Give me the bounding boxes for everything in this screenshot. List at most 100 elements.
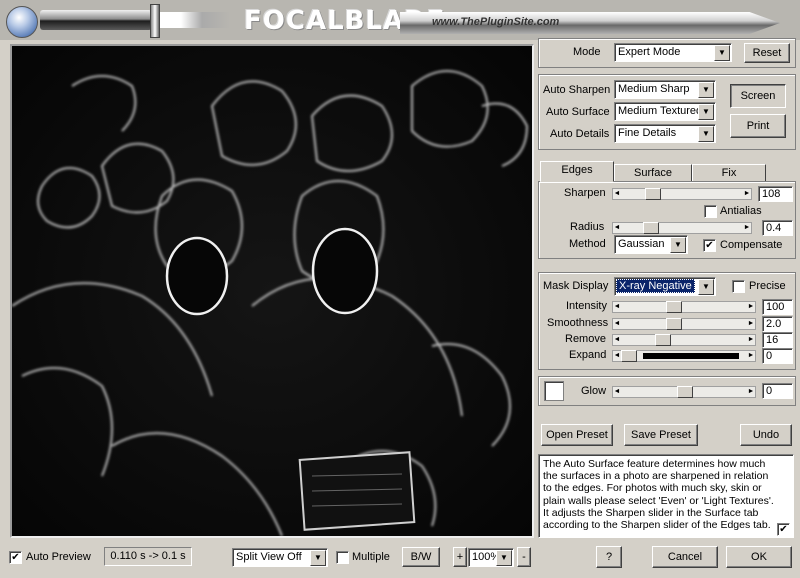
slider-right-arrow-icon[interactable]: ► (743, 223, 751, 233)
chevron-down-icon[interactable]: ▼ (310, 550, 326, 566)
slider-thumb[interactable] (677, 386, 693, 398)
slider-left-arrow-icon[interactable]: ◄ (613, 223, 621, 233)
chevron-down-icon[interactable]: ▼ (670, 237, 686, 253)
blade-handle-graphic (40, 10, 152, 30)
mode-label: Mode (573, 46, 601, 58)
antialias-label: Antialias (720, 205, 762, 217)
slider-right-arrow-icon[interactable]: ► (747, 302, 755, 312)
reset-button[interactable]: Reset (744, 43, 790, 63)
expand-value-field[interactable]: 0 (762, 348, 793, 364)
auto-sharpen-value: Medium Sharp (618, 83, 690, 95)
auto-surface-label: Auto Surface (546, 106, 610, 118)
print-button[interactable]: Print (730, 114, 786, 138)
split-view-value: Split View Off (236, 551, 302, 563)
help-text: The Auto Surface feature determines how … (543, 458, 774, 532)
auto-preview-checkbox[interactable]: ✔ (9, 551, 22, 564)
zoom-out-button[interactable]: - (517, 547, 531, 567)
compensate-label: Compensate (720, 239, 783, 251)
sharpen-slider[interactable]: ◄ ► (612, 188, 752, 200)
mask-display-select[interactable]: X-ray Negative ▼ (614, 277, 716, 296)
image-preview[interactable] (10, 44, 534, 538)
expand-track-fill (643, 353, 739, 359)
mask-display-label: Mask Display (543, 280, 609, 292)
slider-left-arrow-icon[interactable]: ◄ (613, 319, 621, 329)
slider-left-arrow-icon[interactable]: ◄ (613, 335, 621, 345)
chevron-down-icon[interactable]: ▼ (698, 126, 714, 142)
slider-thumb[interactable] (644, 188, 661, 200)
zoom-select[interactable]: 100% ▼ (468, 548, 514, 567)
mode-select[interactable]: Expert Mode ▼ (614, 43, 732, 62)
precise-checkbox[interactable] (732, 280, 745, 293)
remove-label: Remove (565, 333, 606, 345)
multiple-checkbox[interactable] (336, 551, 349, 564)
chevron-down-icon[interactable]: ▼ (698, 104, 714, 120)
slider-right-arrow-icon[interactable]: ► (747, 387, 755, 397)
mode-value: Expert Mode (618, 46, 681, 58)
chevron-down-icon[interactable]: ▼ (714, 45, 730, 61)
slider-left-arrow-icon[interactable]: ◄ (613, 387, 621, 397)
auto-details-value: Fine Details (618, 127, 677, 139)
help-checkbox[interactable]: ✔ (777, 523, 790, 536)
cancel-button[interactable]: Cancel (652, 546, 718, 568)
slider-left-arrow-icon[interactable]: ◄ (613, 302, 621, 312)
smoothness-value-field[interactable]: 2.0 (762, 316, 793, 332)
screen-button[interactable]: Screen (730, 84, 786, 108)
bw-button[interactable]: B/W (402, 547, 440, 567)
intensity-label: Intensity (566, 300, 607, 312)
auto-sharpen-label: Auto Sharpen (543, 84, 611, 96)
chevron-down-icon[interactable]: ▼ (496, 550, 512, 566)
remove-value-field[interactable]: 16 (762, 332, 793, 348)
save-preset-button[interactable]: Save Preset (624, 424, 698, 446)
glow-color-swatch[interactable] (544, 381, 564, 401)
antialias-checkbox[interactable] (704, 205, 717, 218)
slider-thumb[interactable] (665, 301, 682, 313)
glow-label: Glow (581, 385, 607, 397)
blade-steps-graphic (160, 12, 230, 28)
slider-right-arrow-icon[interactable]: ► (747, 351, 755, 361)
slider-thumb[interactable] (665, 318, 682, 330)
xray-mask-image (12, 46, 532, 536)
compensate-checkbox[interactable]: ✔ (703, 239, 716, 252)
ok-button[interactable]: OK (726, 546, 792, 568)
undo-button[interactable]: Undo (740, 424, 792, 446)
remove-slider[interactable]: ◄ ► (612, 334, 756, 346)
slider-right-arrow-icon[interactable]: ► (747, 319, 755, 329)
smoothness-slider[interactable]: ◄ ► (612, 318, 756, 330)
glow-slider[interactable]: ◄ ► (612, 386, 756, 398)
auto-surface-value: Medium Textured (618, 105, 703, 117)
slider-thumb[interactable] (621, 350, 637, 362)
slider-right-arrow-icon[interactable]: ► (743, 189, 751, 199)
intensity-slider[interactable]: ◄ ► (612, 301, 756, 313)
auto-sharpen-select[interactable]: Medium Sharp ▼ (614, 80, 716, 99)
sharpen-value-field[interactable]: 108 (758, 186, 793, 202)
chevron-down-icon[interactable]: ▼ (698, 82, 714, 98)
expand-slider[interactable]: ◄ ► (612, 350, 756, 362)
sharpen-label: Sharpen (564, 187, 606, 199)
auto-details-label: Auto Details (550, 128, 610, 140)
timing-readout: 0.110 s -> 0.1 s (104, 547, 192, 566)
method-label: Method (569, 238, 606, 250)
auto-details-select[interactable]: Fine Details ▼ (614, 124, 716, 143)
method-select[interactable]: Gaussian ▼ (614, 235, 688, 254)
glow-value-field[interactable]: 0 (762, 383, 793, 399)
slider-thumb[interactable] (642, 222, 659, 234)
slider-left-arrow-icon[interactable]: ◄ (613, 189, 621, 199)
site-url: www.ThePluginSite.com (432, 16, 560, 28)
radius-slider[interactable]: ◄ ► (612, 222, 752, 234)
split-view-select[interactable]: Split View Off ▼ (232, 548, 328, 567)
slider-right-arrow-icon[interactable]: ► (747, 335, 755, 345)
tab-edges[interactable]: Edges (540, 161, 614, 182)
auto-surface-select[interactable]: Medium Textured ▼ (614, 102, 716, 121)
open-preset-button[interactable]: Open Preset (541, 424, 613, 446)
orb-logo-icon (6, 6, 38, 38)
help-button[interactable]: ? (596, 546, 622, 568)
radius-value-field[interactable]: 0.4 (762, 220, 793, 236)
slider-thumb[interactable] (654, 334, 671, 346)
chevron-down-icon[interactable]: ▼ (698, 279, 714, 295)
radius-label: Radius (570, 221, 605, 233)
zoom-in-button[interactable]: + (453, 547, 467, 567)
slider-left-arrow-icon[interactable]: ◄ (613, 351, 621, 361)
blade-guard-graphic (150, 4, 160, 38)
intensity-value-field[interactable]: 100 (762, 299, 793, 315)
expand-label: Expand (569, 349, 607, 361)
